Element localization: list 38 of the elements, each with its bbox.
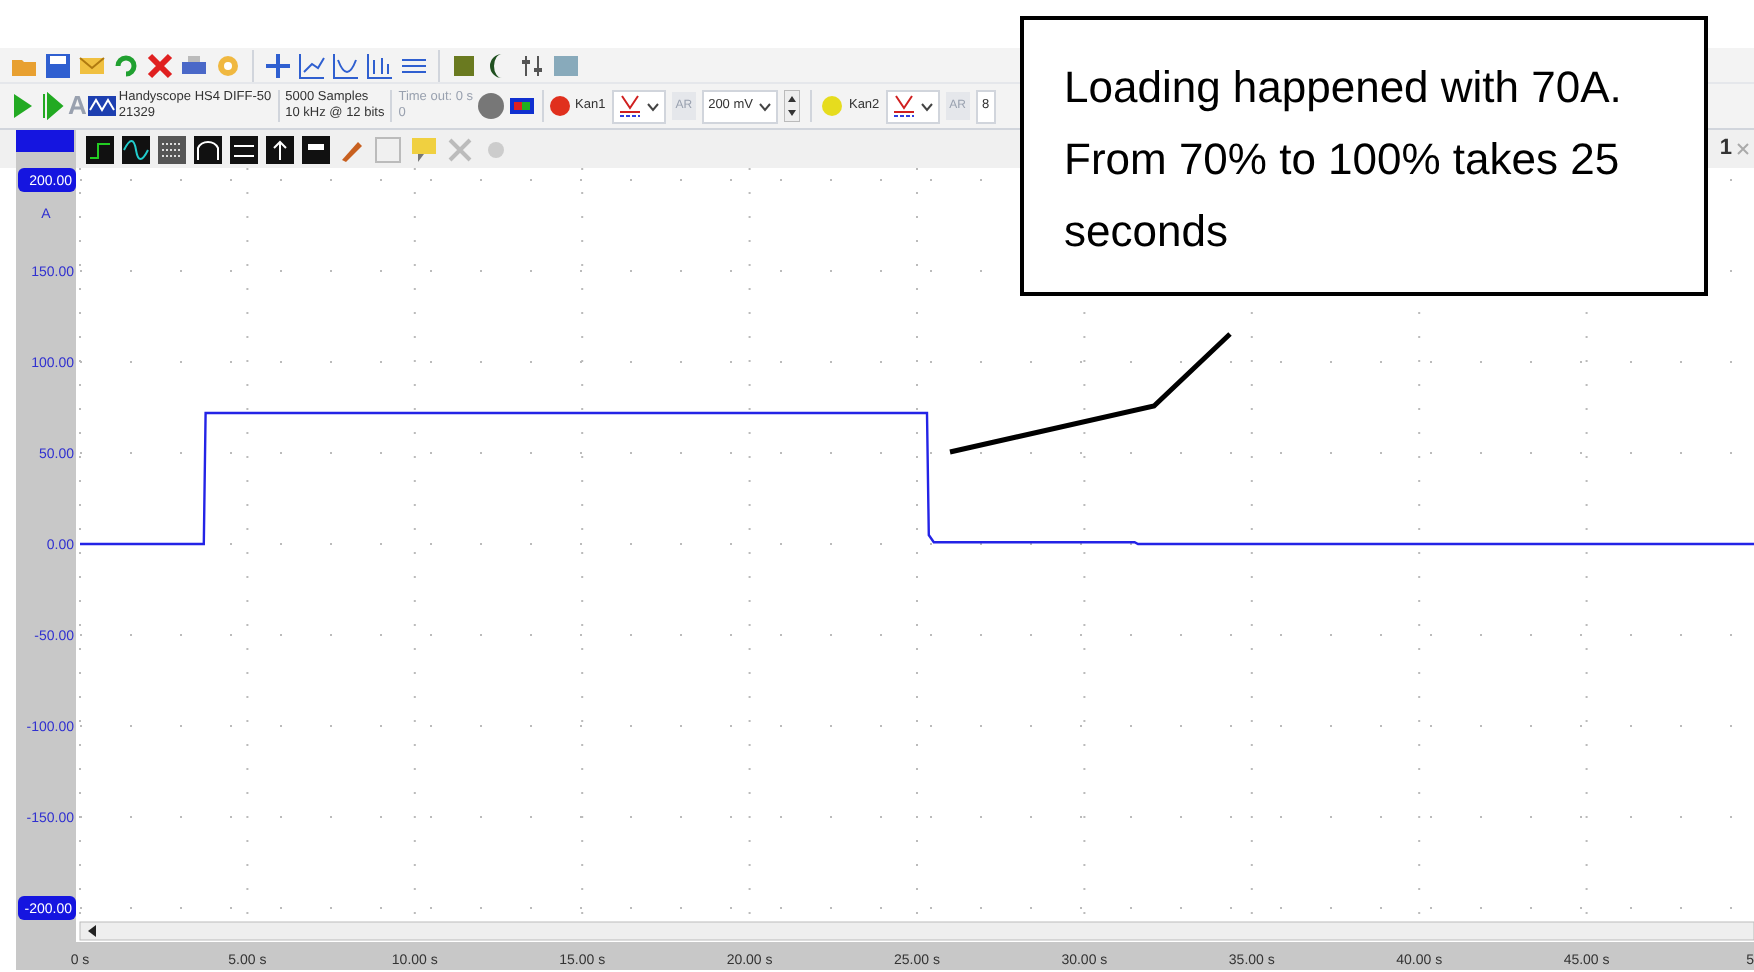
channel-dot[interactable] bbox=[549, 96, 570, 116]
chevron-icon bbox=[758, 101, 773, 111]
coupling-dropdown[interactable] bbox=[885, 89, 940, 123]
play-icon[interactable] bbox=[8, 92, 36, 120]
callout-text: Loading happened with 70A. From 70% to 100% takes 25 seconds bbox=[1064, 60, 1624, 260]
knob-icon[interactable] bbox=[475, 92, 506, 120]
refresh-icon[interactable] bbox=[112, 51, 140, 79]
printer-icon[interactable] bbox=[180, 51, 208, 79]
bracket-icon[interactable] bbox=[230, 135, 258, 163]
coupling-dropdown[interactable] bbox=[611, 89, 666, 123]
envelope-icon[interactable] bbox=[78, 51, 106, 79]
volt-icon bbox=[617, 94, 642, 118]
chart-icon[interactable] bbox=[332, 51, 360, 79]
sine-icon[interactable] bbox=[122, 135, 150, 163]
arrow-up-icon[interactable] bbox=[266, 135, 294, 163]
scroll-left-icon[interactable] bbox=[88, 925, 96, 937]
waveform-icon[interactable] bbox=[88, 92, 117, 120]
spinner-icon[interactable] bbox=[784, 90, 801, 122]
step-icon[interactable] bbox=[38, 92, 66, 120]
chevron-icon bbox=[645, 101, 660, 111]
scrollbar[interactable] bbox=[79, 921, 1754, 941]
chart-icon[interactable] bbox=[366, 51, 394, 79]
window-icon[interactable] bbox=[302, 135, 330, 163]
chevron-icon bbox=[919, 101, 934, 111]
channel-color-bar[interactable] bbox=[16, 130, 74, 152]
chart-icon[interactable] bbox=[298, 51, 326, 79]
sliders-icon[interactable] bbox=[518, 51, 546, 79]
close-icon[interactable] bbox=[146, 51, 174, 79]
step-wave-icon[interactable] bbox=[86, 135, 114, 163]
channel-dot[interactable] bbox=[822, 96, 843, 116]
volt-icon bbox=[891, 94, 916, 118]
comment-icon[interactable] bbox=[410, 135, 438, 163]
dots-icon[interactable] bbox=[158, 135, 186, 163]
arch-icon[interactable] bbox=[194, 135, 222, 163]
add-icon[interactable] bbox=[264, 51, 292, 79]
save-icon[interactable] bbox=[44, 51, 72, 79]
tab-number[interactable]: 1 bbox=[1719, 132, 1732, 166]
color-bars-icon[interactable] bbox=[507, 92, 536, 120]
